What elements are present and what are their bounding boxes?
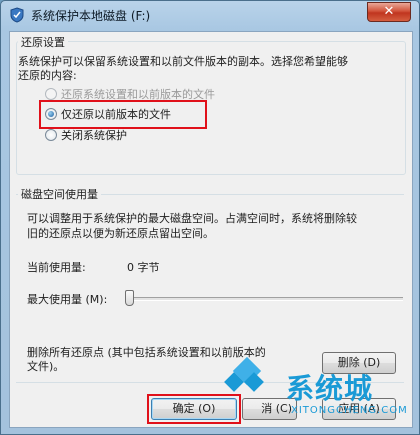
radio-turn-off-protection-label[interactable]: 关闭系统保护 (61, 127, 127, 143)
dialog-window: 系统保护本地磁盘 (F:) ✕ 还原设置 系统保护可以保留系统设置和以前文件版本… (0, 0, 420, 435)
delete-description-line2: 文件)。 (27, 360, 65, 373)
restore-description-line2: 还原的内容: (18, 69, 77, 82)
disk-usage-description-line2: 旧的还原点以便为新还原点留出空间。 (27, 227, 214, 240)
window-title: 系统保护本地磁盘 (F:) (31, 9, 151, 23)
highlight-box (39, 100, 207, 129)
current-usage-label: 当前使用量: (27, 261, 86, 274)
close-icon: ✕ (383, 4, 395, 19)
restore-settings-label: 还原设置 (18, 34, 68, 50)
radio-turn-off-protection[interactable] (45, 129, 57, 141)
max-usage-slider-thumb[interactable] (125, 290, 134, 306)
disk-usage-description-line1: 可以调整用于系统保护的最大磁盘空间。占满空间时，系统将删除较 (27, 212, 357, 225)
disk-usage-label: 磁盘空间使用量 (18, 186, 101, 202)
watermark-url: XITONGCHENG.COM (291, 405, 408, 416)
watermark-logo-icon (224, 356, 267, 411)
title-bar[interactable]: 系统保护本地磁盘 (F:) ✕ (1, 1, 419, 29)
watermark-brand: 系统城 (286, 372, 374, 405)
max-usage-label: 最大使用量 (M): (27, 293, 108, 306)
shield-icon (10, 7, 24, 23)
close-button[interactable]: ✕ (367, 2, 411, 22)
radio-restore-system-and-files[interactable] (45, 88, 57, 100)
max-usage-slider-track[interactable] (129, 297, 403, 301)
current-usage-value: 0 字节 (127, 261, 160, 274)
